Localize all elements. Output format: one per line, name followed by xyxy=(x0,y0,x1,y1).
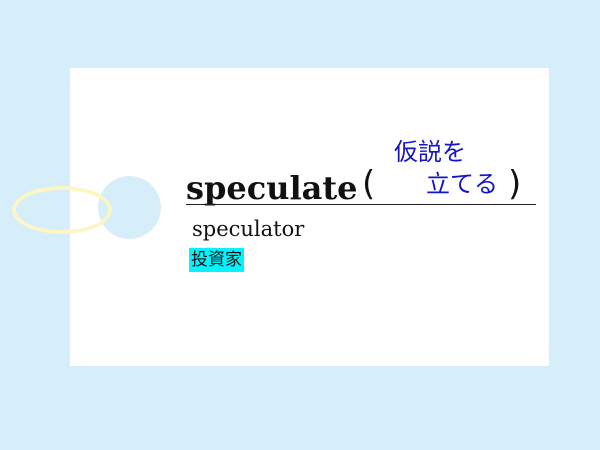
headword: speculate xyxy=(186,169,358,207)
paren-open: ( xyxy=(362,164,376,204)
paren-close: ) xyxy=(508,164,522,204)
meaning-line-2: 立てる xyxy=(426,170,498,198)
derived-word-meaning: 投資家 xyxy=(189,248,244,272)
meaning-line-1: 仮説を xyxy=(394,138,466,166)
card-ring xyxy=(12,186,112,234)
derived-word: speculator xyxy=(192,217,305,241)
headword-underline xyxy=(186,204,536,205)
headword-meaning: 仮説を 立てる xyxy=(394,136,506,200)
